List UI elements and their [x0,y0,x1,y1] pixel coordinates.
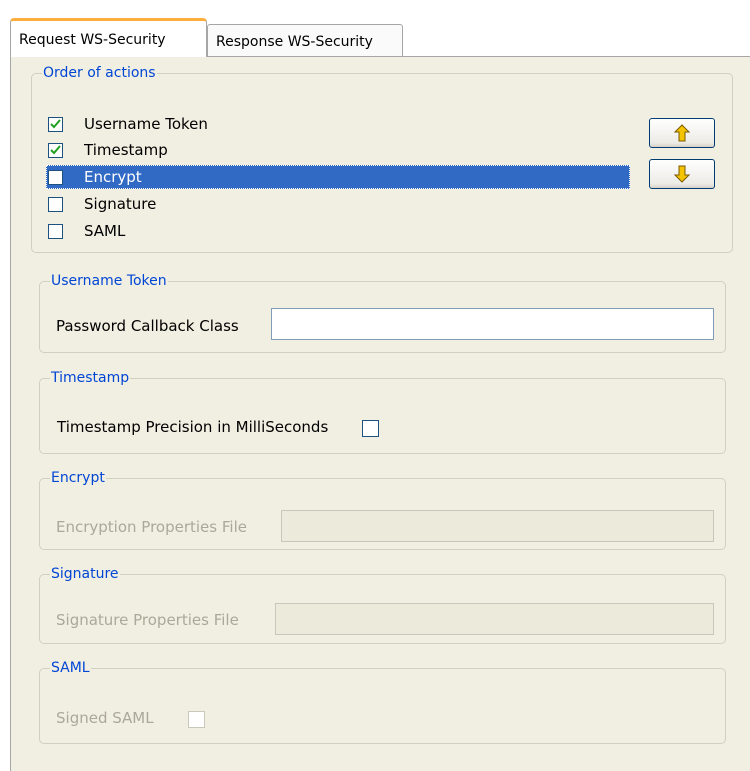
encryption-properties-input[interactable] [281,510,714,542]
tab-response-ws-security[interactable]: Response WS-Security [207,24,403,56]
saml-checkbox[interactable] [48,223,63,239]
tab-request-ws-security[interactable]: Request WS-Security [10,18,207,57]
arrow-up-icon [674,124,690,142]
checkmark-icon [50,145,61,155]
signed-saml-checkbox[interactable] [188,711,205,728]
timestamp-checkbox[interactable] [48,142,63,158]
action-item-signature[interactable]: Signature [48,192,628,216]
saml-group: SAML Signed SAML [39,660,726,744]
encrypt-group-title: Encrypt [51,470,105,486]
signed-saml-label: Signed SAML [56,709,154,727]
timestamp-precision-checkbox[interactable] [362,420,379,437]
action-item-encrypt[interactable]: Encrypt [46,165,630,189]
encrypt-group: Encrypt Encryption Properties File [39,470,726,550]
arrow-down-icon [674,165,690,183]
order-of-actions-title: Order of actions [43,65,156,81]
tab-response-label: Response WS-Security [216,34,373,50]
encryption-properties-label: Encryption Properties File [56,518,247,536]
password-callback-input[interactable] [271,308,714,340]
move-up-button[interactable] [649,118,715,148]
encrypt-checkbox[interactable] [48,169,63,185]
ws-security-panel: Order of actions Username Token Timestam… [10,56,750,771]
signature-checkbox[interactable] [48,196,63,212]
username-token-checkbox[interactable] [48,116,63,132]
checkmark-icon [50,119,61,129]
username-token-label: Username Token [84,115,208,133]
signature-group-title: Signature [51,566,119,582]
saml-label: SAML [84,222,126,240]
encrypt-label: Encrypt [84,168,142,186]
action-item-saml[interactable]: SAML [48,219,628,243]
signature-properties-input[interactable] [275,603,714,635]
saml-group-title: SAML [51,660,90,676]
action-item-timestamp[interactable]: Timestamp [48,138,628,162]
password-callback-label: Password Callback Class [56,317,239,335]
signature-group: Signature Signature Properties File [39,566,726,644]
tab-request-label: Request WS-Security [19,32,166,48]
timestamp-label: Timestamp [84,141,168,159]
username-token-group-title: Username Token [51,273,167,289]
signature-properties-label: Signature Properties File [56,611,239,629]
timestamp-group-title: Timestamp [51,370,130,386]
timestamp-precision-label: Timestamp Precision in MilliSeconds [57,418,329,436]
action-item-username-token[interactable]: Username Token [48,112,628,136]
move-down-button[interactable] [649,159,715,189]
order-of-actions-group: Order of actions Username Token Timestam… [31,65,733,253]
signature-label: Signature [84,195,157,213]
username-token-group: Username Token Password Callback Class [39,273,726,353]
timestamp-group: Timestamp Timestamp Precision in MilliSe… [39,370,726,454]
